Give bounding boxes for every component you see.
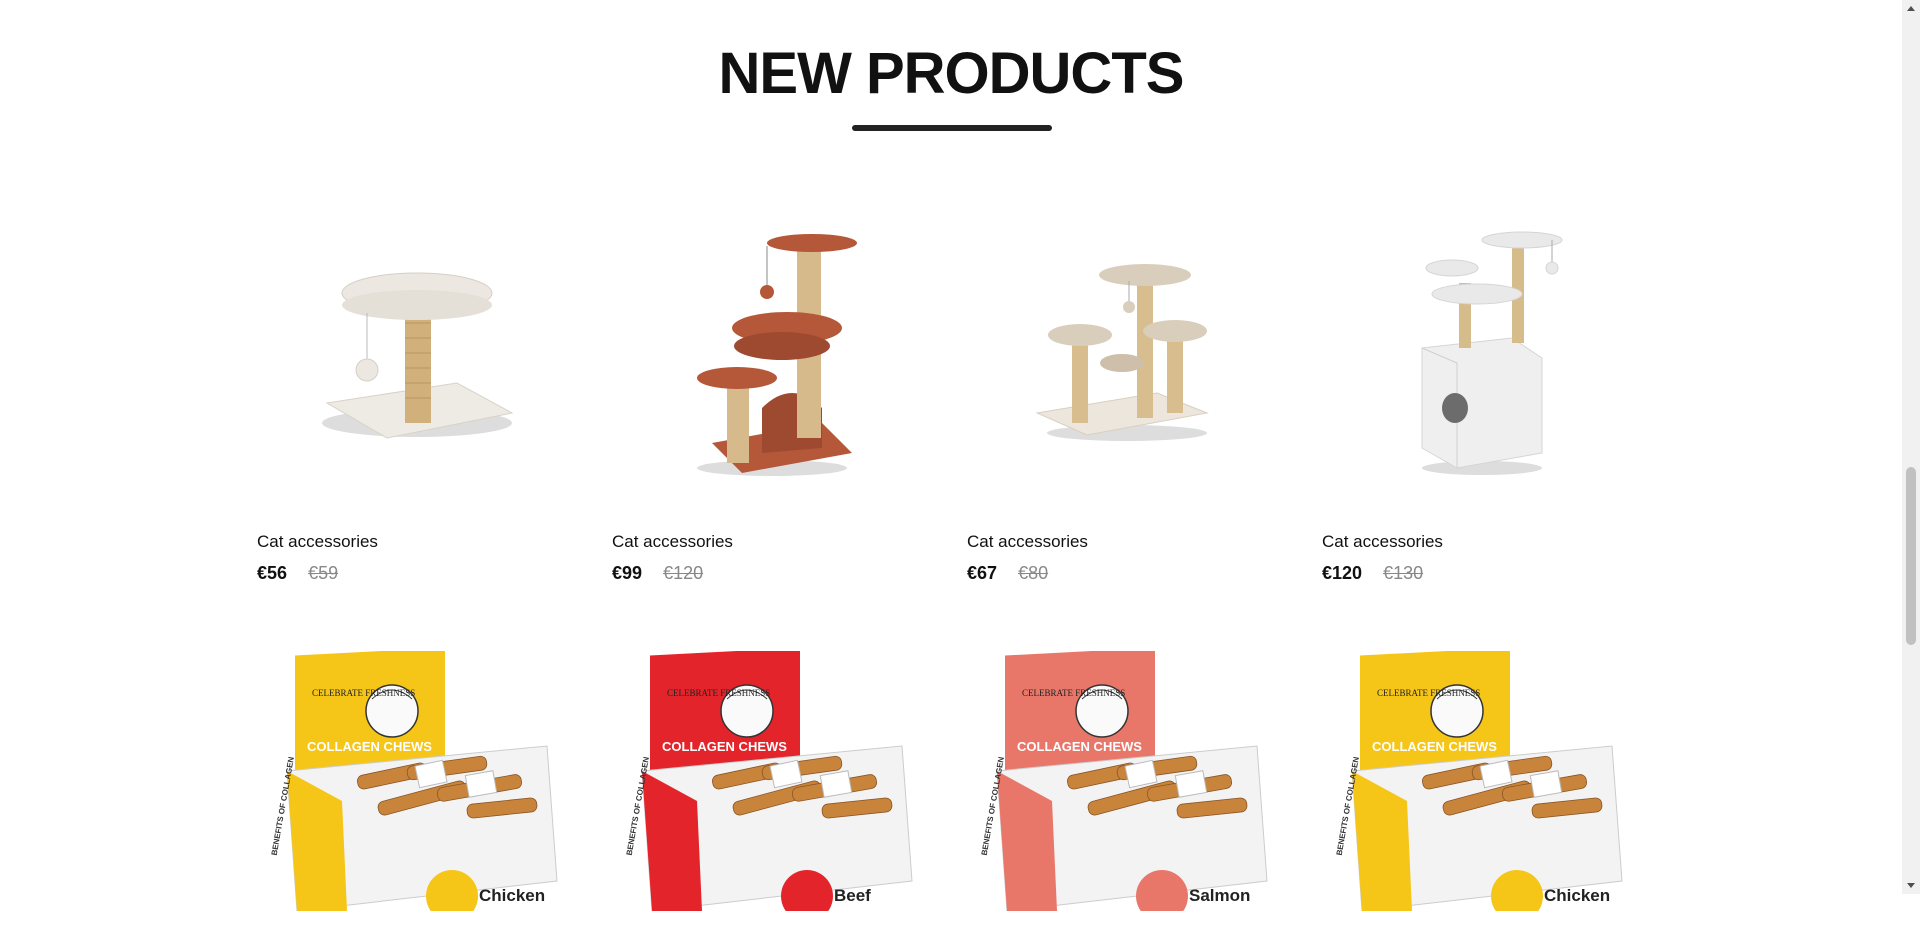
product-card[interactable]: Cat accessories €99 €120: [612, 205, 932, 583]
flavor-label: Chicken: [1544, 886, 1610, 905]
old-price: €120: [663, 563, 704, 583]
collagen-chews-box-image: CELEBRATE FRESHNESS COLLAGEN CHEWS BENEFIT…: [622, 647, 922, 922]
flavor-label: Beef: [834, 886, 871, 905]
product-prices: €120 €130: [1322, 563, 1423, 584]
current-price: €67: [967, 563, 998, 583]
brand-text: CELEBRATE FRESHNESS: [312, 688, 415, 698]
flavor-label: Chicken: [479, 886, 545, 905]
product-prices: €56 €59: [257, 563, 338, 584]
scroll-up-icon[interactable]: [1907, 6, 1915, 11]
collagen-chews-box-image: CELEBRATE FRESHNESS COLLAGEN CHEWS BENEFIT…: [267, 647, 567, 922]
product-text: COLLAGEN CHEWS: [307, 739, 432, 754]
current-price: €120: [1322, 563, 1363, 583]
product-text: COLLAGEN CHEWS: [662, 739, 787, 754]
product-prices: €99 €120: [612, 563, 703, 584]
product-image[interactable]: [612, 205, 932, 500]
product-name[interactable]: Cat accessories: [612, 532, 733, 552]
product-name[interactable]: Cat accessories: [1322, 532, 1443, 552]
product-card[interactable]: CELEBRATE FRESHNESS COLLAGEN CHEWS BENEFIT…: [257, 633, 577, 928]
product-image[interactable]: [967, 205, 1287, 500]
product-prices: €67 €80: [967, 563, 1048, 584]
product-image[interactable]: [1322, 205, 1642, 500]
product-name[interactable]: Cat accessories: [967, 532, 1088, 552]
collagen-chews-box-image: CELEBRATE FRESHNESS COLLAGEN CHEWS BENEFIT…: [977, 647, 1277, 922]
current-price: €56: [257, 563, 288, 583]
product-card[interactable]: CELEBRATE FRESHNESS COLLAGEN CHEWS BENEFIT…: [612, 633, 932, 928]
brand-text: CELEBRATE FRESHNESS: [1377, 688, 1480, 698]
title-underline: [852, 125, 1052, 131]
product-image[interactable]: CELEBRATE FRESHNESS COLLAGEN CHEWS BENEFIT…: [257, 633, 577, 928]
old-price: €80: [1018, 563, 1049, 583]
current-price: €99: [612, 563, 643, 583]
product-image[interactable]: [257, 205, 577, 500]
flavor-label: Salmon: [1189, 886, 1250, 905]
product-text: COLLAGEN CHEWS: [1017, 739, 1142, 754]
page-scrollbar[interactable]: [1902, 0, 1920, 894]
brand-text: CELEBRATE FRESHNESS: [1022, 688, 1125, 698]
product-card[interactable]: CELEBRATE FRESHNESS COLLAGEN CHEWS BENEFIT…: [967, 633, 1287, 928]
brand-text: CELEBRATE FRESHNESS: [667, 688, 770, 698]
product-card[interactable]: Cat accessories €120 €130: [1322, 205, 1642, 583]
product-image[interactable]: CELEBRATE FRESHNESS COLLAGEN CHEWS BENEFIT…: [967, 633, 1287, 928]
product-card[interactable]: CELEBRATE FRESHNESS COLLAGEN CHEWS BENEFIT…: [1322, 633, 1642, 928]
product-name[interactable]: Cat accessories: [257, 532, 378, 552]
collagen-chews-box-image: CELEBRATE FRESHNESS COLLAGEN CHEWS BENEFIT…: [1332, 647, 1632, 922]
old-price: €59: [308, 563, 339, 583]
scrollbar-thumb[interactable]: [1906, 467, 1916, 645]
product-text: COLLAGEN CHEWS: [1372, 739, 1497, 754]
section-title: NEW PRODUCTS: [718, 41, 1185, 106]
product-card[interactable]: Cat accessories €56 €59: [257, 205, 577, 583]
product-image[interactable]: CELEBRATE FRESHNESS COLLAGEN CHEWS BENEFIT…: [612, 633, 932, 928]
product-image[interactable]: CELEBRATE FRESHNESS COLLAGEN CHEWS BENEFIT…: [1322, 633, 1642, 928]
old-price: €130: [1383, 563, 1424, 583]
product-card[interactable]: Cat accessories €67 €80: [967, 205, 1287, 583]
scroll-down-icon[interactable]: [1907, 883, 1915, 888]
